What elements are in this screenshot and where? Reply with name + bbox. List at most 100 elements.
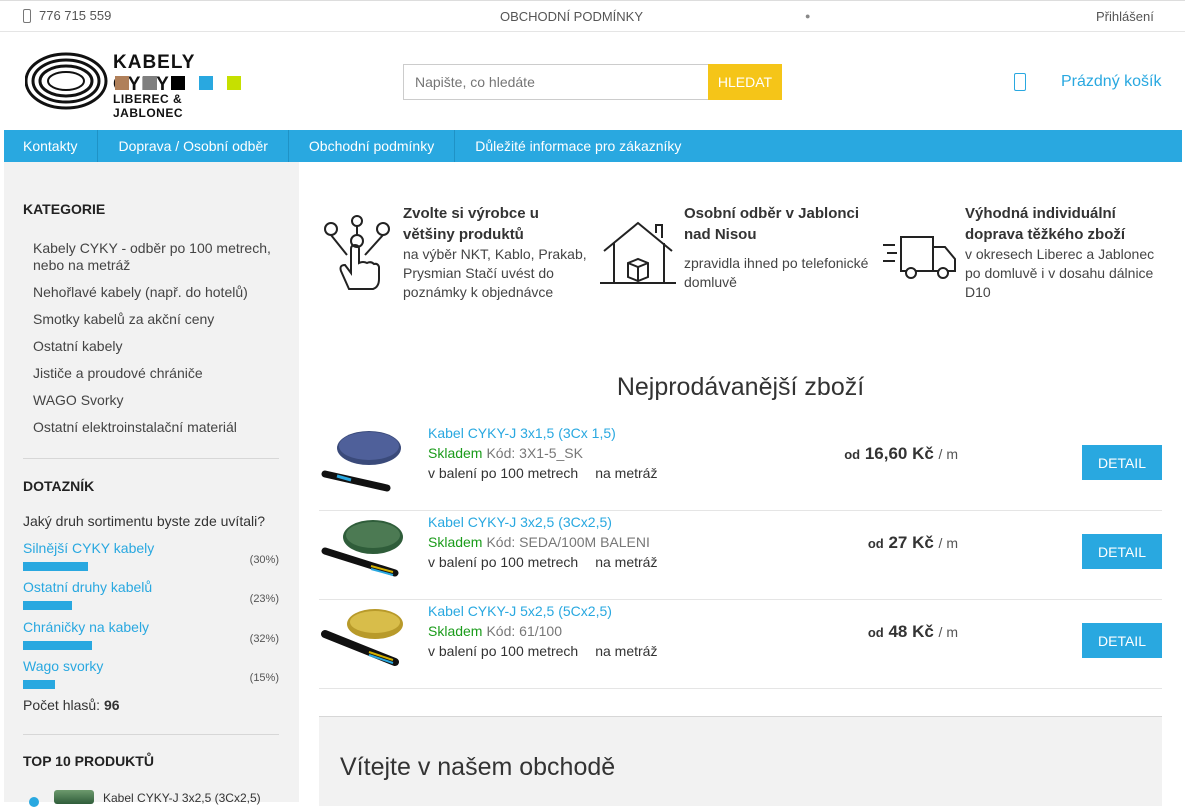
vote-count: Počet hlasů: 96 — [23, 697, 120, 713]
top-bar: 776 715 559 OBCHODNÍ PODMÍNKY ● Přihláše… — [0, 0, 1185, 32]
rank-badge-icon — [29, 797, 39, 807]
product-thumbnail[interactable] — [54, 790, 94, 804]
nav-important-info[interactable]: Důležité informace pro zákazníky — [455, 130, 701, 162]
packaging-option: v balení po 100 metrech — [428, 643, 579, 659]
product-code: Kód: 61/100 — [486, 623, 562, 639]
product-name-link[interactable]: Kabel CYKY-J 3x2,5 (3Cx2,5) — [428, 514, 612, 530]
product-code: Kód: 3X1-5_SK — [486, 445, 583, 461]
logo-brown-square — [115, 76, 129, 90]
product-stock-info: Skladem Kód: 3X1-5_SK — [428, 445, 583, 461]
vote-count-value: 96 — [103, 697, 120, 713]
packaging-option: v balení po 100 metrech — [428, 554, 579, 570]
product-price: od 16,60 Kč / m — [839, 444, 958, 464]
feature-title: Výhodná individuální doprava těžkého zbo… — [965, 205, 1126, 243]
poll-option[interactable]: Silnější CYKY kabely (30%) — [23, 540, 279, 576]
product-packaging: v balení po 100 metrech na metráž — [428, 554, 657, 570]
nav-shipping[interactable]: Doprava / Osobní odběr — [98, 130, 289, 162]
logo-gray-square — [143, 76, 157, 90]
product-image[interactable] — [321, 600, 405, 670]
poll-option-label[interactable]: Wago svorky — [23, 658, 103, 674]
category-item[interactable]: Nehořlavé kabely (např. do hotelů) — [33, 284, 283, 301]
packaging-option: na metráž — [595, 643, 658, 659]
detail-button[interactable]: DETAIL — [1082, 534, 1162, 569]
price-unit: / m — [938, 446, 958, 462]
product-name-link[interactable]: Kabel CYKY-J 5x2,5 (5Cx2,5) — [428, 603, 612, 619]
cart-icon[interactable] — [1014, 73, 1026, 91]
divider — [23, 734, 279, 735]
hand-choice-icon — [324, 215, 390, 290]
top10-item-name[interactable]: Kabel CYKY-J 3x2,5 (3Cx2,5) — [103, 791, 261, 805]
poll-percentage: (30%) — [249, 554, 279, 566]
poll-heading: DOTAZNÍK — [23, 478, 95, 494]
poll-option[interactable]: Ostatní druhy kabelů (23%) — [23, 579, 279, 615]
price-prefix: od — [844, 447, 861, 462]
poll-question: Jaký druh sortimentu byste zde uvítali? — [23, 513, 266, 529]
search-button[interactable]: HLEDAT — [708, 64, 782, 100]
top-terms-link[interactable]: OBCHODNÍ PODMÍNKY — [500, 9, 643, 24]
vote-count-label: Počet hlasů: — [23, 697, 101, 713]
product-row: Kabel CYKY-J 5x2,5 (5Cx2,5) Skladem Kód: … — [319, 600, 1162, 689]
poll-option[interactable]: Chráničky na kabely (32%) — [23, 619, 279, 655]
price-unit: / m — [938, 535, 958, 551]
cart-link[interactable]: Prázdný košík — [1061, 73, 1161, 91]
detail-button[interactable]: DETAIL — [1082, 445, 1162, 480]
poll-option-label[interactable]: Chráničky na kabely — [23, 619, 149, 635]
price-prefix: od — [867, 625, 884, 640]
feature-text: zpravidla ihned po telefonické domluvě — [684, 255, 869, 290]
poll-percentage: (23%) — [249, 593, 279, 605]
nav-contacts[interactable]: Kontakty — [4, 130, 99, 162]
poll-option-label[interactable]: Ostatní druhy kabelů — [23, 579, 152, 595]
poll-percentage: (15%) — [249, 672, 279, 684]
stock-status: Skladem — [428, 445, 483, 461]
category-item[interactable]: Ostatní elektroinstalační materiál — [33, 419, 283, 436]
poll-result-bar — [23, 680, 56, 689]
product-row: Kabel CYKY-J 3x2,5 (3Cx2,5) Skladem Kód: … — [319, 511, 1162, 600]
language-icon[interactable]: ● — [805, 11, 810, 21]
login-link[interactable]: Přihlášení — [1096, 9, 1154, 24]
packaging-option: na metráž — [595, 465, 658, 481]
feature-personal-pickup: Osobní odběr v Jablonci nad Nisou zpravi… — [600, 203, 870, 303]
sidebar: KATEGORIE Kabely CYKY - odběr po 100 met… — [4, 162, 299, 807]
feature-title: Zvolte si výrobce u většiny produktů — [403, 205, 539, 243]
price-value: 16,60 Kč — [864, 444, 934, 463]
product-code: Kód: SEDA/100M BALENI — [486, 534, 650, 550]
delivery-truck-icon — [883, 236, 956, 279]
welcome-section: Vítejte v našem obchodě — [319, 716, 1162, 806]
price-unit: / m — [938, 624, 958, 640]
welcome-heading: Vítejte v našem obchodě — [340, 753, 616, 781]
category-item[interactable]: Jističe a proudové chrániče — [33, 365, 283, 382]
cable-coil-icon — [25, 52, 108, 110]
price-value: 48 Kč — [888, 622, 934, 641]
poll-option-label[interactable]: Silnější CYKY kabely — [23, 540, 154, 556]
phone-number[interactable]: 776 715 559 — [39, 8, 111, 23]
top10-item[interactable]: Kabel CYKY-J 3x2,5 (3Cx2,5) — [23, 790, 279, 810]
product-image[interactable] — [321, 511, 405, 581]
house-package-icon — [600, 221, 676, 284]
detail-button[interactable]: DETAIL — [1082, 623, 1162, 658]
category-item[interactable]: Ostatní kabely — [33, 338, 283, 355]
feature-text: v okresech Liberec a Jablonec po domluvě… — [965, 246, 1155, 300]
price-prefix: od — [867, 536, 884, 551]
divider — [23, 458, 279, 459]
stock-status: Skladem — [428, 534, 483, 550]
phone-contact[interactable]: 776 715 559 — [23, 8, 111, 23]
category-item[interactable]: WAGO Svorky — [33, 392, 283, 409]
main-navigation: Kontakty Doprava / Osobní odběr Obchodní… — [4, 130, 1182, 162]
nav-terms[interactable]: Obchodní podmínky — [289, 130, 456, 162]
product-packaging: v balení po 100 metrech na metráž — [428, 643, 657, 659]
product-row: Kabel CYKY-J 3x1,5 (3Cx 1,5) Skladem Kód:… — [319, 422, 1162, 511]
poll-option[interactable]: Wago svorky (15%) — [23, 658, 279, 694]
product-name-link[interactable]: Kabel CYKY-J 3x1,5 (3Cx 1,5) — [428, 425, 616, 441]
site-logo[interactable]: KABELY CYKY LIBEREC & JABLONEC — [25, 52, 255, 120]
feature-heavy-delivery: Výhodná individuální doprava těžkého zbo… — [881, 203, 1154, 303]
product-stock-info: Skladem Kód: 61/100 — [428, 623, 562, 639]
search-input[interactable] — [403, 64, 709, 100]
phone-icon — [23, 8, 31, 23]
top10-heading: TOP 10 PRODUKTŮ — [23, 753, 154, 769]
stock-status: Skladem — [428, 623, 483, 639]
category-item[interactable]: Kabely CYKY - odběr po 100 metrech, nebo… — [33, 240, 283, 274]
poll-result-bar — [23, 641, 92, 650]
category-item[interactable]: Smotky kabelů za akční ceny — [33, 311, 283, 328]
product-image[interactable] — [321, 422, 405, 492]
feature-choose-manufacturer: Zvolte si výrobce u většiny produktů na … — [319, 203, 589, 303]
